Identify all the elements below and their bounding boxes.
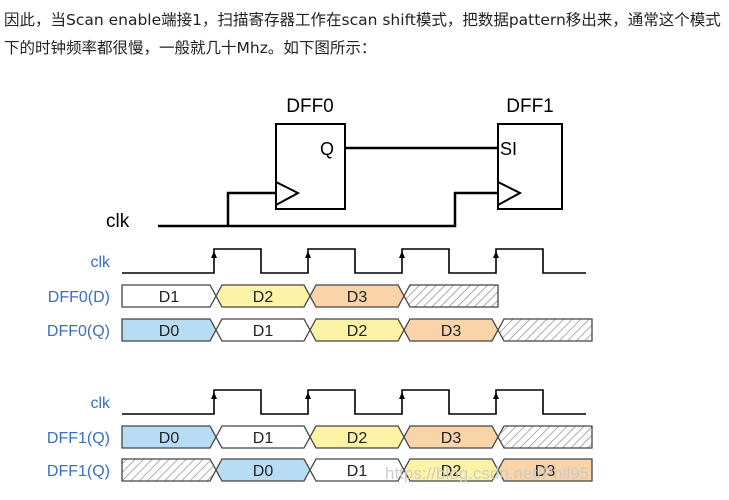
segment-label: D1	[347, 463, 368, 480]
clk-wire-branch	[228, 191, 498, 228]
segment-label: D2	[347, 430, 368, 447]
signal-label: DFF0(Q)	[47, 323, 110, 340]
dff0-q-pin: Q	[320, 139, 334, 159]
timing-clk-label: clk	[90, 395, 111, 412]
segment-label: D2	[253, 289, 274, 306]
dff1-label: DFF1	[506, 96, 554, 117]
segment-label: D0	[159, 430, 180, 447]
signal-label: DFF1(Q)	[47, 430, 110, 447]
scan-shift-diagram: DFF0 Q DFF1 SI clk clk DFF0(D) D1 D2 D3 DFF0(…	[47, 96, 593, 483]
segment-label: D3	[347, 289, 368, 306]
dff1-si-pin: SI	[500, 139, 517, 159]
clock-edge-arrow	[399, 251, 405, 258]
timing-diagram: clk DFF0(D) D1 D2 D3 DFF0(Q) D0 D1 D2 D3 clk DFF1(Q…	[47, 248, 593, 482]
data-segment	[497, 425, 593, 449]
clk-input-label: clk	[106, 211, 130, 232]
timing-clk-label: clk	[90, 254, 111, 271]
clk-waveform	[122, 389, 586, 415]
clock-edge-arrow	[493, 251, 499, 258]
dff0-box	[275, 123, 346, 210]
dff1-box	[497, 123, 563, 210]
clock-edge-arrow	[305, 392, 311, 399]
clk-wire	[158, 191, 276, 228]
clock-edge-arrow	[211, 251, 217, 258]
segment-label: D0	[253, 463, 274, 480]
clock-edge-arrow	[493, 392, 499, 399]
signal-label: DFF1(Q)	[47, 463, 110, 480]
circuit-schematic: DFF0 Q DFF1 SI clk	[106, 96, 563, 232]
segment-label: D0	[159, 323, 180, 340]
segment-label: D1	[159, 289, 180, 306]
segment-label: D3	[441, 323, 462, 340]
watermark: https://blog.csdn.net/Phil95	[385, 464, 589, 483]
segment-label: D1	[253, 430, 274, 447]
signal-label: DFF0(D)	[48, 289, 110, 306]
dff0-label: DFF0	[286, 96, 334, 117]
data-segment	[121, 458, 217, 482]
clock-edge-arrow	[305, 251, 311, 258]
segment-label: D3	[441, 430, 462, 447]
clock-edge-arrow	[399, 392, 405, 399]
clk-waveform	[122, 248, 586, 274]
data-segment	[497, 318, 593, 342]
segment-label: D2	[347, 323, 368, 340]
segment-label: D1	[253, 323, 274, 340]
clock-edge-arrow	[211, 392, 217, 399]
data-segment	[403, 284, 499, 308]
